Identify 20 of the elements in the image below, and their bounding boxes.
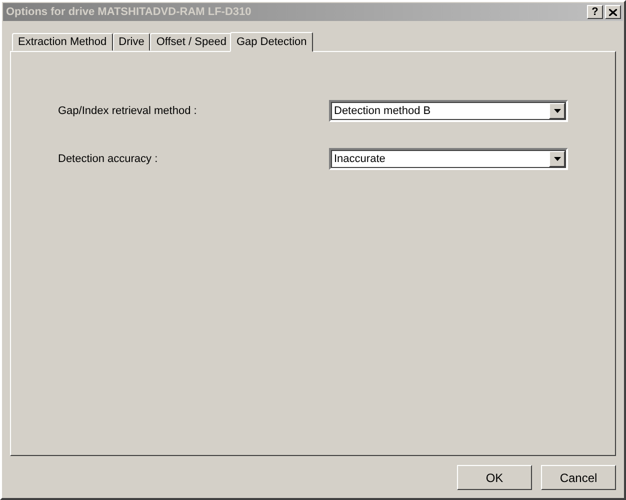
- dialog-button[interactable]: OK: [457, 465, 532, 490]
- tab[interactable]: Drive: [112, 33, 150, 51]
- close-button[interactable]: [605, 5, 621, 19]
- caret-icon: [554, 109, 560, 113]
- tab[interactable]: Gap Detection: [230, 32, 313, 52]
- dropdown[interactable]: Inaccurate: [329, 148, 568, 170]
- dropdown-value: Inaccurate: [333, 153, 386, 165]
- dropdown-value: Detection method B: [333, 105, 432, 117]
- field-label: Gap/Index retrieval method :: [58, 105, 198, 117]
- caret-icon: [554, 157, 560, 161]
- dialog-button[interactable]: Cancel: [541, 465, 616, 490]
- close-icon: [609, 8, 617, 16]
- tab[interactable]: Offset / Speed: [150, 33, 232, 51]
- tab[interactable]: Extraction Method: [12, 33, 113, 51]
- help-button[interactable]: ?: [587, 5, 603, 19]
- field-label: Detection accuracy :: [58, 153, 159, 165]
- dropdown-arrow-button[interactable]: [549, 103, 565, 119]
- dropdown-arrow-button[interactable]: [549, 151, 565, 167]
- window-title: Options for drive MATSHITADVD-RAM LF-D310: [6, 6, 252, 18]
- dropdown[interactable]: Detection method B: [329, 100, 568, 122]
